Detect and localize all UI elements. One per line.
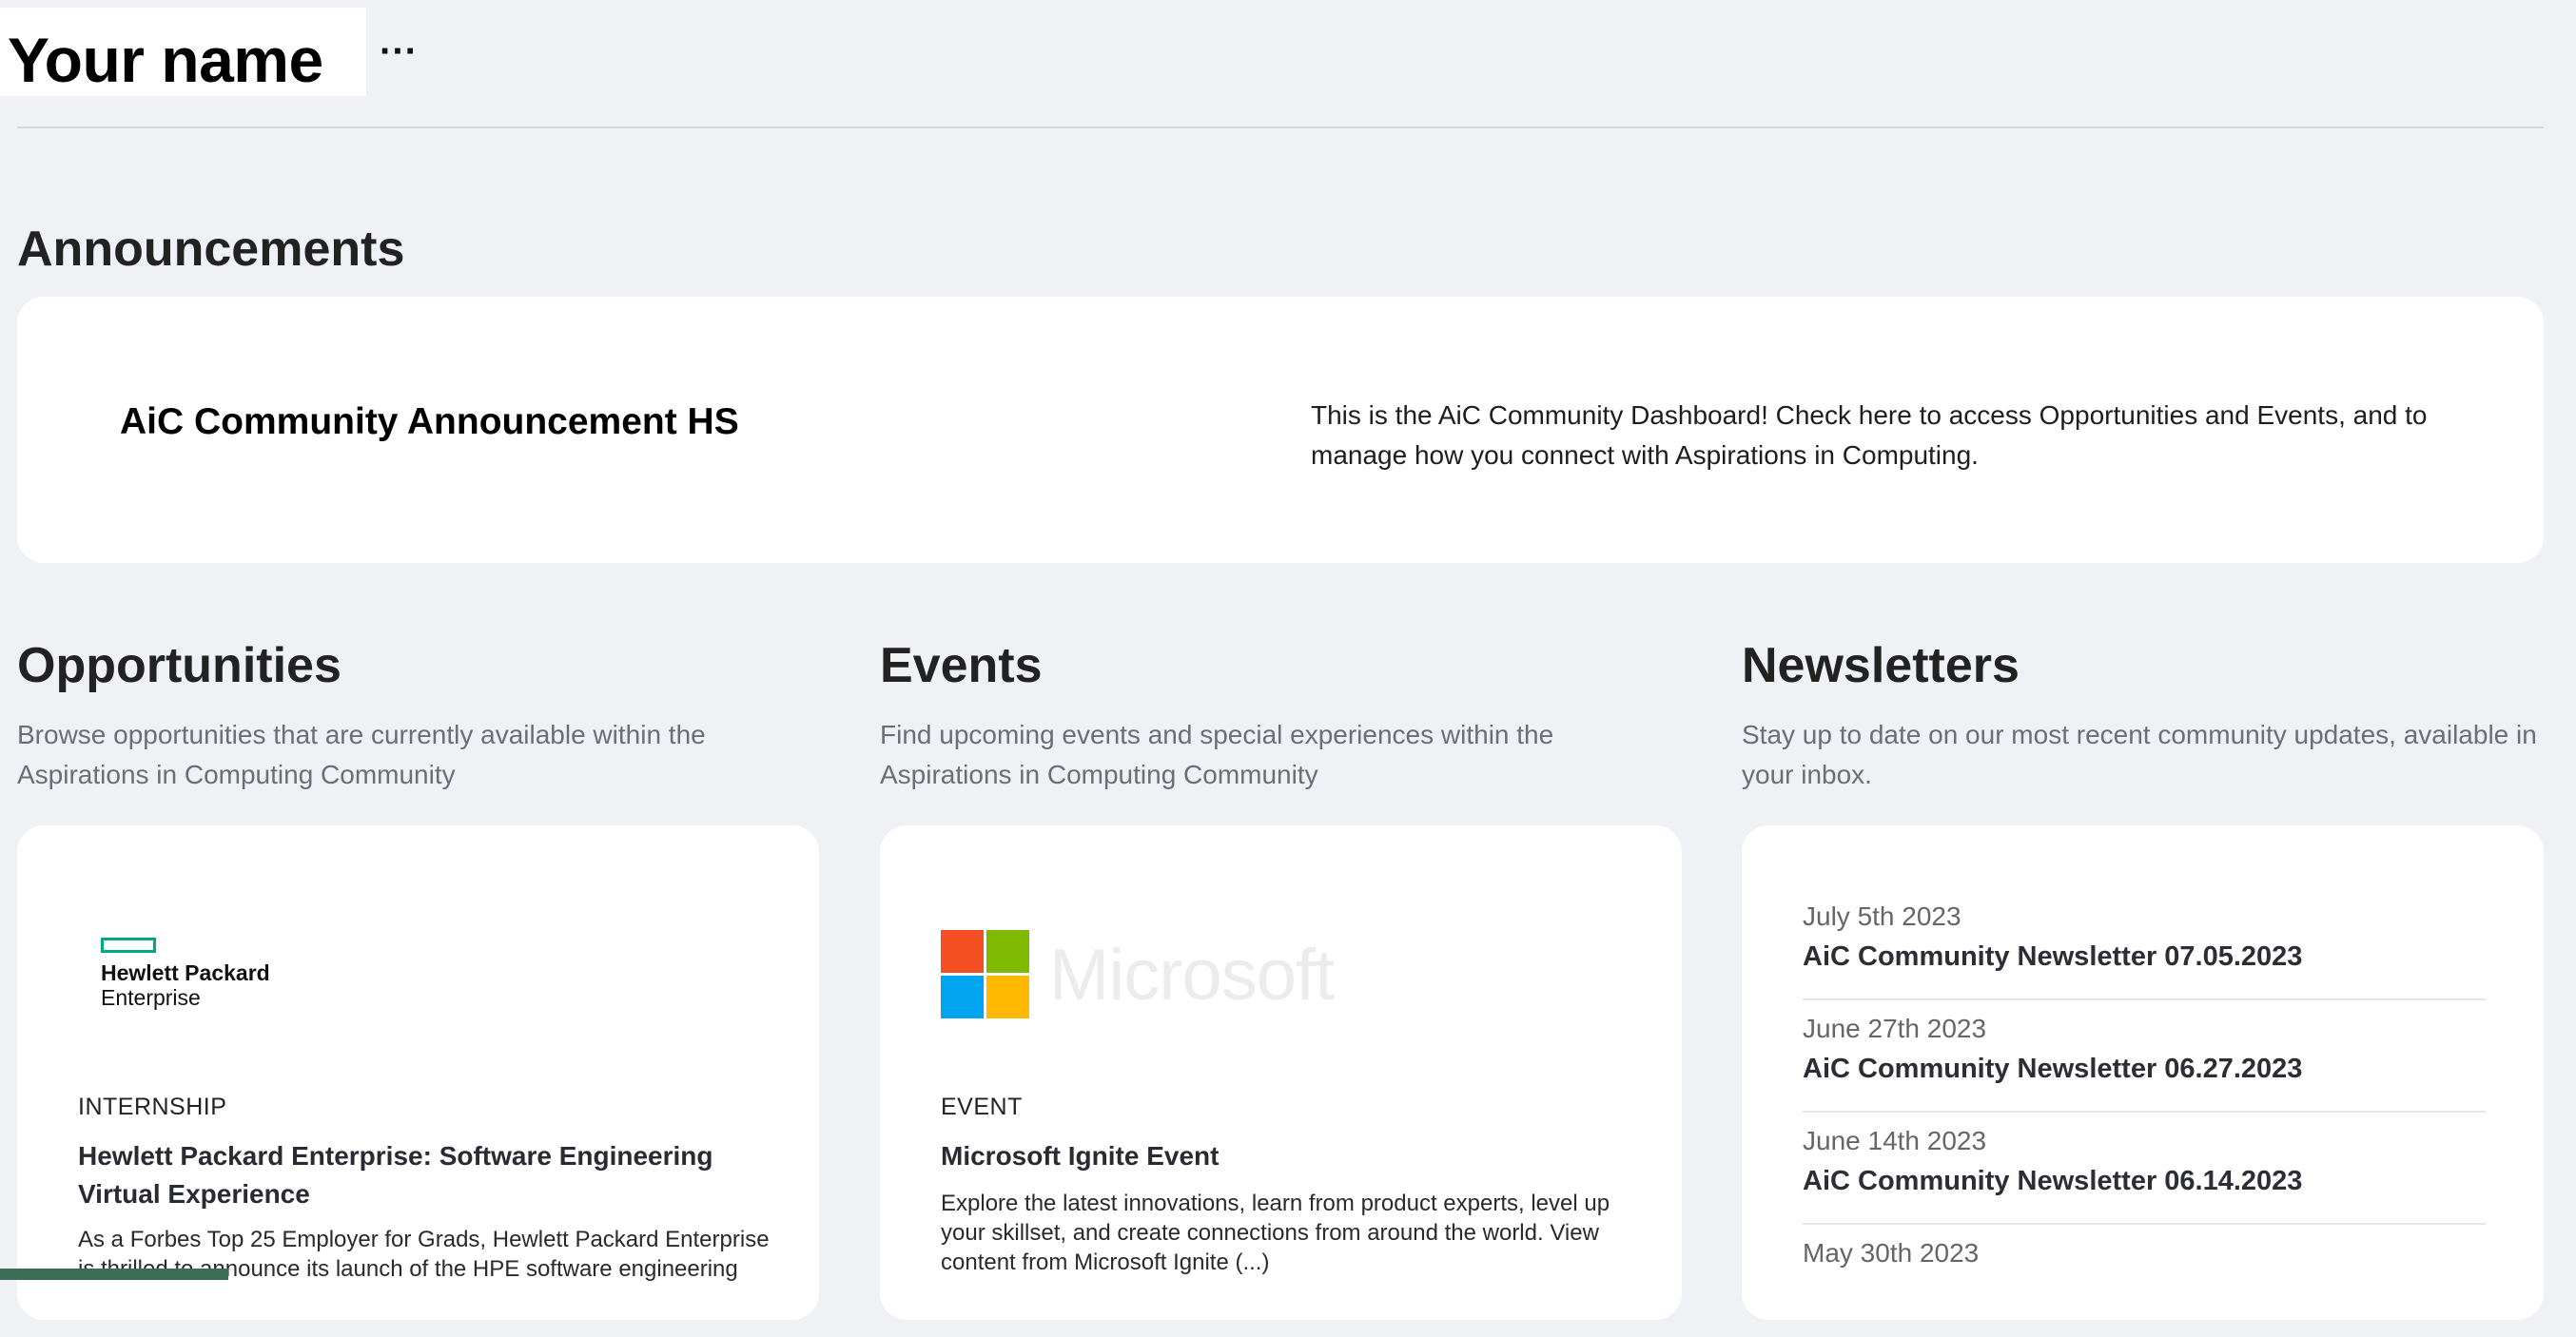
newsletter-date: July 5th 2023 bbox=[1803, 901, 1961, 931]
ms-yellow-square-icon bbox=[986, 976, 1029, 1018]
newsletters-heading: Newsletters bbox=[1742, 638, 2020, 693]
opportunity-card[interactable]: Hewlett Packard Enterprise INTERNSHIP He… bbox=[17, 825, 819, 1320]
event-title[interactable]: Microsoft Ignite Event bbox=[941, 1137, 1645, 1175]
hpe-logo-rectangle-icon bbox=[101, 938, 156, 953]
microsoft-logo: Microsoft bbox=[941, 930, 1369, 1025]
opportunity-title[interactable]: Hewlett Packard Enterprise: Software Eng… bbox=[78, 1137, 782, 1213]
top-bar: Your name ··· bbox=[0, 0, 2576, 129]
newsletter-item[interactable]: June 27th 2023 AiC Community Newsletter … bbox=[1803, 1000, 2486, 1113]
newsletter-item[interactable]: July 5th 2023 AiC Community Newsletter 0… bbox=[1803, 888, 2486, 1000]
bottom-tab[interactable] bbox=[0, 1269, 228, 1280]
newsletter-date: June 14th 2023 bbox=[1803, 1126, 1987, 1155]
ms-green-square-icon bbox=[986, 930, 1029, 973]
newsletters-card: July 5th 2023 AiC Community Newsletter 0… bbox=[1742, 825, 2544, 1320]
announcements-heading: Announcements bbox=[17, 222, 405, 277]
opportunity-kind: INTERNSHIP bbox=[78, 1094, 227, 1120]
ms-blue-square-icon bbox=[941, 976, 984, 1018]
events-heading: Events bbox=[880, 638, 1043, 693]
header-divider bbox=[17, 126, 2544, 128]
announcement-title: AiC Community Announcement HS bbox=[120, 401, 739, 442]
newsletter-item[interactable]: June 14th 2023 AiC Community Newsletter … bbox=[1803, 1113, 2486, 1225]
microsoft-wordmark: Microsoft bbox=[1049, 935, 1335, 1016]
announcement-body: This is the AiC Community Dashboard! Che… bbox=[1311, 400, 2428, 470]
events-description: Find upcoming events and special experie… bbox=[880, 720, 1554, 789]
hpe-logo-line1: Hewlett Packard bbox=[101, 960, 270, 985]
opportunities-heading: Opportunities bbox=[17, 638, 342, 693]
ms-red-square-icon bbox=[941, 930, 984, 973]
newsletter-title[interactable]: AiC Community Newsletter 06.14.2023 bbox=[1803, 1166, 2302, 1197]
newsletters-description: Stay up to date on our most recent commu… bbox=[1742, 720, 2537, 789]
event-card[interactable]: Microsoft EVENT Microsoft Ignite Event E… bbox=[880, 825, 1682, 1320]
hpe-logo-line2: Enterprise bbox=[101, 985, 201, 1010]
user-name: Your name bbox=[8, 25, 323, 95]
hpe-logo: Hewlett Packard Enterprise bbox=[101, 938, 291, 1014]
event-kind: EVENT bbox=[941, 1094, 1023, 1120]
user-name-box: Your name bbox=[0, 8, 366, 96]
newsletter-title[interactable]: AiC Community Newsletter 06.27.2023 bbox=[1803, 1054, 2302, 1085]
event-body: Explore the latest innovations, learn fr… bbox=[941, 1191, 1610, 1275]
announcement-card: AiC Community Announcement HS This is th… bbox=[17, 297, 2544, 563]
more-options-button[interactable]: ··· bbox=[375, 23, 422, 80]
opportunities-description: Browse opportunities that are currently … bbox=[17, 720, 706, 789]
newsletter-date: May 30th 2023 bbox=[1803, 1238, 1980, 1268]
newsletter-item[interactable]: May 30th 2023 bbox=[1803, 1225, 2486, 1337]
newsletter-title[interactable]: AiC Community Newsletter 07.05.2023 bbox=[1803, 941, 2302, 973]
newsletter-date: June 27th 2023 bbox=[1803, 1014, 1987, 1043]
newsletter-list: July 5th 2023 AiC Community Newsletter 0… bbox=[1803, 888, 2486, 1337]
